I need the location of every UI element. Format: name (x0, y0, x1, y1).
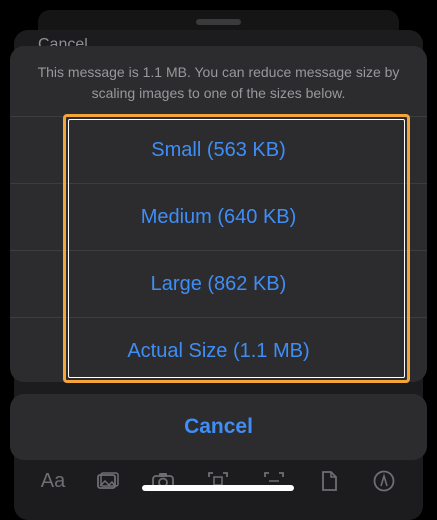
home-indicator[interactable] (142, 485, 294, 491)
option-small-button[interactable]: Small (563 KB) (10, 116, 427, 183)
compose-toolbar: Aa (14, 462, 423, 500)
option-large-button[interactable]: Large (862 KB) (10, 250, 427, 317)
document-icon[interactable] (316, 468, 342, 494)
option-actual-size-button[interactable]: Actual Size (1.1 MB) (10, 317, 427, 382)
sheet-grabber[interactable] (196, 19, 241, 25)
text-format-icon[interactable]: Aa (40, 468, 66, 494)
cancel-button[interactable]: Cancel (10, 394, 427, 460)
markup-icon[interactable] (371, 468, 397, 494)
image-size-action-sheet: This message is 1.1 MB. You can reduce m… (10, 46, 427, 382)
photo-icon[interactable] (95, 468, 121, 494)
action-sheet-message: This message is 1.1 MB. You can reduce m… (37, 64, 400, 101)
option-medium-button[interactable]: Medium (640 KB) (10, 183, 427, 250)
